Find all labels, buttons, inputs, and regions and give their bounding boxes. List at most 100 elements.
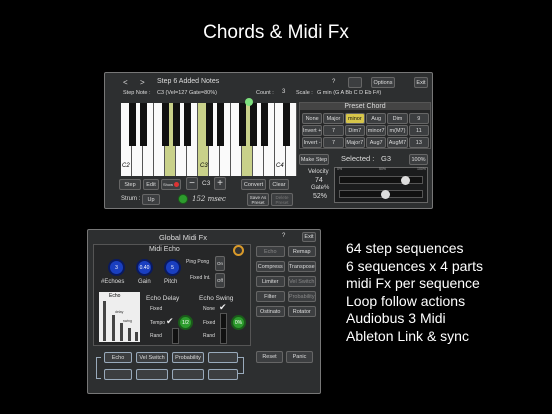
velocity-knob[interactable]: [401, 176, 410, 185]
fx-filter-button[interactable]: Filter: [256, 291, 285, 302]
prev-step-button[interactable]: <: [123, 78, 128, 87]
delete-preset-button[interactable]: Delete Preset: [271, 193, 293, 206]
black-key[interactable]: [173, 103, 180, 146]
black-key[interactable]: [140, 103, 147, 146]
step-button[interactable]: Step: [119, 179, 141, 190]
reset-button[interactable]: Reset: [256, 351, 283, 363]
pitch-dial[interactable]: 5: [164, 259, 181, 276]
swing-none-option[interactable]: None: [203, 306, 215, 312]
chord-major7-button[interactable]: Major7: [344, 137, 365, 148]
chord-aug7-button[interactable]: Aug7: [366, 137, 387, 148]
chord-aug-button[interactable]: Aug: [366, 113, 387, 124]
chord-augm7-button[interactable]: AugM7: [387, 137, 408, 148]
fx-compress-button[interactable]: Compress: [256, 261, 285, 272]
fx-transpose-button[interactable]: Transpose: [287, 261, 316, 272]
delay-fixed-option[interactable]: Fixed: [150, 306, 162, 312]
delay-rand-option[interactable]: Rand: [150, 333, 162, 339]
chord-9-button[interactable]: 9: [408, 113, 429, 124]
chord-none-button[interactable]: None: [302, 113, 323, 124]
echo-preview-delay: delay: [115, 310, 124, 314]
fx-limiter-button[interactable]: Limiter: [256, 276, 285, 287]
show-button[interactable]: Show: [161, 179, 181, 190]
gain-dial[interactable]: 0.40: [136, 259, 153, 276]
velocity-label: Velocity: [308, 169, 329, 175]
ping-pong-toggle[interactable]: On: [215, 256, 225, 271]
black-key[interactable]: [283, 103, 290, 146]
black-key[interactable]: [129, 103, 136, 146]
gate-knob[interactable]: [381, 190, 390, 199]
gate-value: 52%: [313, 193, 328, 200]
swing-fixed-option[interactable]: Fixed: [203, 320, 215, 326]
piano-keyboard[interactable]: C2 C3 C4: [121, 103, 297, 176]
midi-fx-title: Global Midi Fx: [159, 233, 207, 242]
black-key[interactable]: [206, 103, 213, 146]
octave-down-button[interactable]: −: [186, 177, 198, 190]
black-key[interactable]: [184, 103, 191, 146]
chain-slot-empty[interactable]: [136, 369, 168, 380]
echo-swing-dial[interactable]: 0%: [231, 315, 246, 330]
swing-fixed-slider[interactable]: [220, 313, 227, 329]
next-step-button[interactable]: >: [140, 78, 145, 87]
swing-rand-slider[interactable]: [220, 328, 227, 344]
strum-time-dial[interactable]: [178, 194, 188, 204]
midi-fx-panel: Global Midi Fx ? Exit Midi Echo Ping Pon…: [87, 229, 321, 394]
chain-slot-empty[interactable]: [208, 352, 238, 363]
black-key[interactable]: [162, 103, 169, 146]
velocity-slider[interactable]: [339, 176, 423, 185]
blank-button[interactable]: [348, 77, 362, 88]
fixed-int-toggle[interactable]: Off: [215, 273, 225, 288]
chain-slot-probability[interactable]: Probability: [172, 352, 204, 363]
chord-dim-button[interactable]: Dim: [387, 113, 408, 124]
options-button[interactable]: Options: [371, 77, 395, 88]
fx-vel-switch-button[interactable]: Vel Switch: [287, 276, 316, 287]
gate-slider[interactable]: [339, 190, 423, 199]
slider-tick-100: 100%: [417, 167, 426, 171]
make-step-button[interactable]: Make Step: [299, 154, 329, 165]
scroll-marker-icon[interactable]: [245, 98, 253, 106]
exit-button[interactable]: Exit: [414, 77, 428, 88]
chain-slot-vel-switch[interactable]: Vel Switch: [136, 352, 168, 363]
chord-dim7-button[interactable]: Dim7: [344, 125, 365, 136]
chord-7-button[interactable]: 7: [323, 125, 344, 136]
chord-7b-button[interactable]: 7: [323, 137, 344, 148]
chain-slot-empty[interactable]: [172, 369, 204, 380]
clear-button[interactable]: Clear: [269, 179, 289, 190]
chain-slot-echo[interactable]: Echo: [104, 352, 132, 363]
fx-echo-button[interactable]: Echo: [256, 246, 285, 257]
fx-ostinato-button[interactable]: Ostinato: [256, 306, 285, 317]
chord-minor7-button[interactable]: minor7: [366, 125, 387, 136]
midifx-exit-button[interactable]: Exit: [302, 232, 316, 242]
zoom-button[interactable]: 100%: [409, 154, 428, 165]
fx-remap-button[interactable]: Remap: [287, 246, 316, 257]
invert-plus-button[interactable]: Invert +: [302, 125, 323, 136]
swing-rand-option[interactable]: Rand: [203, 333, 215, 339]
fx-probability-button[interactable]: Probability: [287, 291, 316, 302]
chain-slot-empty[interactable]: [208, 369, 238, 380]
chord-11-button[interactable]: 11: [408, 125, 429, 136]
echo-delay-dial[interactable]: 1/2: [178, 315, 193, 330]
octave-up-button[interactable]: +: [214, 177, 226, 190]
panic-button[interactable]: Panic: [286, 351, 313, 363]
chord-mm7-button[interactable]: m(M7): [387, 125, 408, 136]
delay-tempo-option[interactable]: Tempo: [150, 320, 165, 326]
black-key[interactable]: [250, 103, 257, 146]
chord-minor-button[interactable]: minor: [344, 113, 365, 124]
black-key[interactable]: [217, 103, 224, 146]
fx-rotator-button[interactable]: Rotator: [287, 306, 316, 317]
save-preset-button[interactable]: Save As Preset: [247, 193, 269, 206]
echo-bar: [128, 328, 131, 341]
black-key[interactable]: [239, 103, 246, 146]
strum-direction-button[interactable]: Up: [142, 194, 160, 205]
convert-button[interactable]: Convert: [241, 179, 266, 190]
echo-power-icon[interactable]: [233, 245, 244, 256]
black-key[interactable]: [261, 103, 268, 146]
chain-slot-empty[interactable]: [104, 369, 132, 380]
chord-13-button[interactable]: 13: [408, 137, 429, 148]
echoes-dial[interactable]: 3: [108, 259, 125, 276]
edit-button[interactable]: Edit: [143, 179, 159, 190]
delay-rand-slider[interactable]: [172, 328, 179, 344]
help-button[interactable]: ?: [332, 79, 335, 85]
chord-major-button[interactable]: Major: [323, 113, 344, 124]
invert-minus-button[interactable]: Invert -: [302, 137, 323, 148]
midifx-help-button[interactable]: ?: [282, 233, 285, 239]
